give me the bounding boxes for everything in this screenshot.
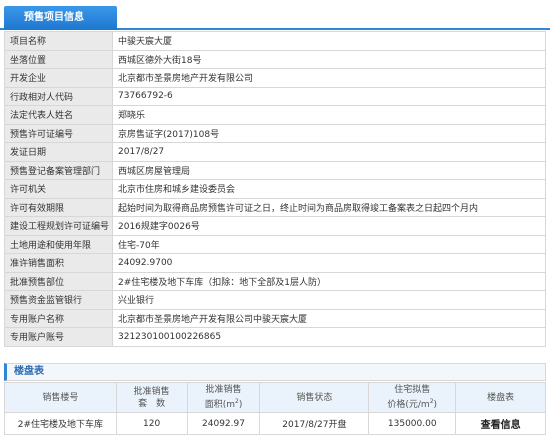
col-header-status: 销售状态: [259, 382, 370, 413]
info-row-label: 专用账户名称: [4, 308, 113, 328]
info-row-value: 中骏天宸大厦: [112, 31, 546, 51]
info-row-label: 批准预售部位: [4, 271, 113, 291]
cell-units: 120: [115, 412, 188, 435]
project-info-table: 项目名称 中骏天宸大厦 坐落位置 西城区德外大街18号 开发企业 北京都市圣景房地产开发有…: [4, 31, 546, 347]
info-row-value: 北京市住房和城乡建设委员会: [112, 179, 546, 199]
info-row: 许可机关 北京市住房和城乡建设委员会: [4, 179, 546, 199]
info-row-label: 土地用途和使用年限: [4, 234, 113, 254]
cell-building: 2#住宅楼及地下车库: [4, 412, 117, 435]
info-row-label: 开发企业: [4, 68, 113, 88]
info-row-value: 73766792-6: [112, 86, 546, 106]
info-row-label: 许可机关: [4, 179, 113, 199]
info-row: 行政相对人代码 73766792-6: [4, 86, 546, 106]
info-row-label: 发证日期: [4, 142, 113, 162]
info-row-value: 京房售证字(2017)108号: [112, 123, 546, 143]
info-row-value: 北京都市圣景房地产开发有限公司: [112, 68, 546, 88]
info-row-label: 专用账户账号: [4, 327, 113, 347]
info-row: 坐落位置 西城区德外大街18号: [4, 49, 546, 69]
info-row-value: 郑晓乐: [112, 105, 546, 125]
table-row: 2#住宅楼及地下车库 120 24092.97 2017/8/27开盘 1350…: [4, 412, 546, 435]
sale-table-header-row: 销售楼号 批准销售套 数 批准销售 面积(m2) 销售状态 住宅拟售 价格(元/m2…: [4, 382, 546, 413]
info-row-label: 法定代表人姓名: [4, 105, 113, 125]
info-row-value: 兴业银行: [112, 290, 546, 310]
info-row-label: 预售许可证编号: [4, 123, 113, 143]
top-tab-bar: 预售项目信息: [0, 0, 550, 30]
tab-presale-info[interactable]: 预售项目信息: [4, 6, 117, 30]
info-row-value: 住宅-70年: [112, 234, 546, 254]
sale-table: 销售楼号 批准销售套 数 批准销售 面积(m2) 销售状态 住宅拟售 价格(元/m2…: [4, 382, 546, 435]
info-row: 建设工程规划许可证编号 2016规建字0026号: [4, 216, 546, 236]
info-row-value: 西城区德外大街18号: [112, 49, 546, 69]
info-row: 项目名称 中骏天宸大厦: [4, 31, 546, 51]
info-row: 法定代表人姓名 郑晓乐: [4, 105, 546, 125]
info-row: 专用账户账号 321230100100226865: [4, 327, 546, 347]
info-row-value: 北京都市圣景房地产开发有限公司中骏天宸大厦: [112, 308, 546, 328]
info-row-label: 行政相对人代码: [4, 86, 113, 106]
info-row-label: 准许销售面积: [4, 253, 113, 273]
info-row-value: 24092.9700: [112, 253, 546, 273]
cell-price: 135000.00: [368, 412, 457, 435]
info-row: 土地用途和使用年限 住宅-70年: [4, 234, 546, 254]
cell-action: 查看信息: [455, 412, 546, 435]
info-row: 批准预售部位 2#住宅楼及地下车库（扣除：地下全部及1层人防）: [4, 271, 546, 291]
view-info-link[interactable]: 查看信息: [481, 420, 521, 431]
info-row-label: 预售资金监管银行: [4, 290, 113, 310]
info-row: 预售许可证编号 京房售证字(2017)108号: [4, 123, 546, 143]
cell-area: 24092.97: [186, 412, 261, 435]
info-row: 开发企业 北京都市圣景房地产开发有限公司: [4, 68, 546, 88]
col-header-building: 销售楼号: [4, 382, 117, 413]
info-row-value: 2016规建字0026号: [112, 216, 546, 236]
info-row: 预售登记备案管理部门 西城区房屋管理局: [4, 160, 546, 180]
info-row-value: 321230100100226865: [112, 327, 546, 347]
col-header-units: 批准销售套 数: [115, 382, 188, 413]
info-row-label: 许可有效期限: [4, 197, 113, 217]
info-row-label: 项目名称: [4, 31, 113, 51]
info-row-value: 2#住宅楼及地下车库（扣除：地下全部及1层人防）: [112, 271, 546, 291]
info-row-value: 起始时间为取得商品房预售许可证之日，终止时间为商品房取得竣工备案表之日起四个月内: [112, 197, 546, 217]
info-row: 准许销售面积 24092.9700: [4, 253, 546, 273]
info-row-value: 2017/8/27: [112, 142, 546, 162]
info-row: 预售资金监管银行 兴业银行: [4, 290, 546, 310]
col-header-area: 批准销售 面积(m2): [186, 382, 261, 413]
section-title-building-table: 楼盘表: [4, 363, 546, 381]
info-row-label: 预售登记备案管理部门: [4, 160, 113, 180]
info-row-label: 建设工程规划许可证编号: [4, 216, 113, 236]
info-row: 专用账户名称 北京都市圣景房地产开发有限公司中骏天宸大厦: [4, 308, 546, 328]
cell-status: 2017/8/27开盘: [259, 412, 370, 435]
info-row: 许可有效期限 起始时间为取得商品房预售许可证之日，终止时间为商品房取得竣工备案表之…: [4, 197, 546, 217]
col-header-price: 住宅拟售 价格(元/m2): [368, 382, 457, 413]
info-row: 发证日期 2017/8/27: [4, 142, 546, 162]
info-row-value: 西城区房屋管理局: [112, 160, 546, 180]
col-header-building-table: 楼盘表: [455, 382, 546, 413]
info-row-label: 坐落位置: [4, 49, 113, 69]
